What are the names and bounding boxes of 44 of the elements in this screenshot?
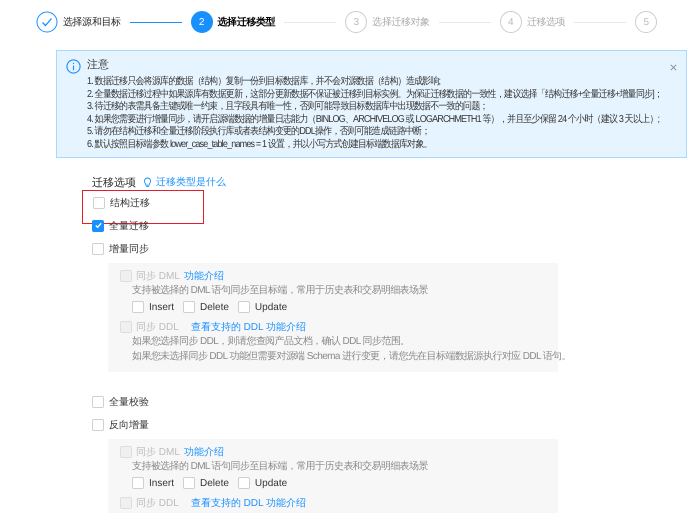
option-label: 全量迁移 <box>109 220 149 232</box>
option-description: 支持被选择的 DML 语句同步至目标端，常用于历史表和交易明细表场景 <box>132 284 428 298</box>
info-icon <box>66 59 81 74</box>
option-label: 结构迁移 <box>110 196 150 210</box>
notice-line: 6. 默认按照目标端参数 lower_case_table_names = 1 设置，并以小写方式创建目标端数据库对象。 <box>87 138 432 151</box>
notice-line: 2. 全量数据迁移过程中如果源库有数据更新，这部分更新数据不保证被迁移到目标实例。为保证迁移数据的一致性，建议选择「结构迁移+全量迁移+增量同步]； <box>87 88 662 100</box>
step-label: 迁移选项 <box>526 16 566 29</box>
step-label: 选择源和目标 <box>63 16 121 29</box>
option-label: 同步 DDL <box>136 320 179 334</box>
checkbox[interactable] <box>92 418 104 430</box>
step-number: 2 <box>190 11 213 33</box>
option-label: 反向增量 <box>109 418 149 432</box>
checkbox[interactable] <box>92 220 104 232</box>
step-number: 3 <box>345 11 368 33</box>
option-label: 同步 DDL <box>136 496 179 510</box>
lightbulb-icon <box>143 176 152 188</box>
option-label: 全量校验 <box>109 396 149 408</box>
option-description: 如果您未选择同步 DDL 功能但需要对源端 Schema 进行变更，请您先在目标端数据源执行对应 DDL 语句。 <box>132 350 572 364</box>
checkbox[interactable] <box>93 197 105 209</box>
notice-line: 5. 请勿在结构迁移和全量迁移阶段执行库或者表结构变更的DDL操作，否则可能造成链路中断； <box>87 126 430 138</box>
option-label: Update <box>254 302 288 312</box>
option-label: Delete <box>200 478 229 488</box>
option-label: Insert <box>149 302 174 312</box>
section-title: 迁移选项 <box>92 176 136 190</box>
checkbox[interactable] <box>92 242 104 254</box>
notice-line: 4. 如果您需要进行增量同步，请开启源端数据的增量日志能力（BINLOG、ARCHIVELOG 或 LOGARCHMETH1 等），并且至少保留 24 个小时（建议 3 天以上）; <box>87 114 660 126</box>
option-label: 增量同步 <box>109 242 149 256</box>
option-label: Insert <box>149 478 174 488</box>
help-link[interactable]: 迁移类型是什么 <box>156 175 226 189</box>
step-label: 选择迁移对象 <box>372 16 430 29</box>
option-description: 支持被选择的 DML 语句同步至目标端，常用于历史表和交易明细表场景 <box>132 460 428 474</box>
checkbox[interactable] <box>92 396 104 408</box>
step-number: 5 <box>635 11 658 33</box>
notice-line: 1. 数据迁移只会将源库的数据（结构）复制一份到目标数据库，并不会对源数据（结构）造成影响; <box>87 76 440 88</box>
notice-title: 注意 <box>87 59 109 71</box>
notice-line: 3. 待迁移的表需具备主键或唯一约束，且字段具有唯一性，否则可能导致目标数据库中出现数据不一致的问题； <box>87 101 488 114</box>
option-label: 同步 DML <box>136 270 180 283</box>
option-label: Delete <box>200 302 229 312</box>
step-label: 选择迁移类型 <box>218 15 276 29</box>
step-number: 4 <box>500 11 522 33</box>
option-description: 如果您选择同步 DDL，则请您查阅产品文档，确认 DDL 同步范围。 <box>132 334 410 349</box>
option-label: 同步 DML <box>136 446 180 459</box>
option-label: Update <box>254 478 288 488</box>
close-icon[interactable] <box>669 63 678 72</box>
